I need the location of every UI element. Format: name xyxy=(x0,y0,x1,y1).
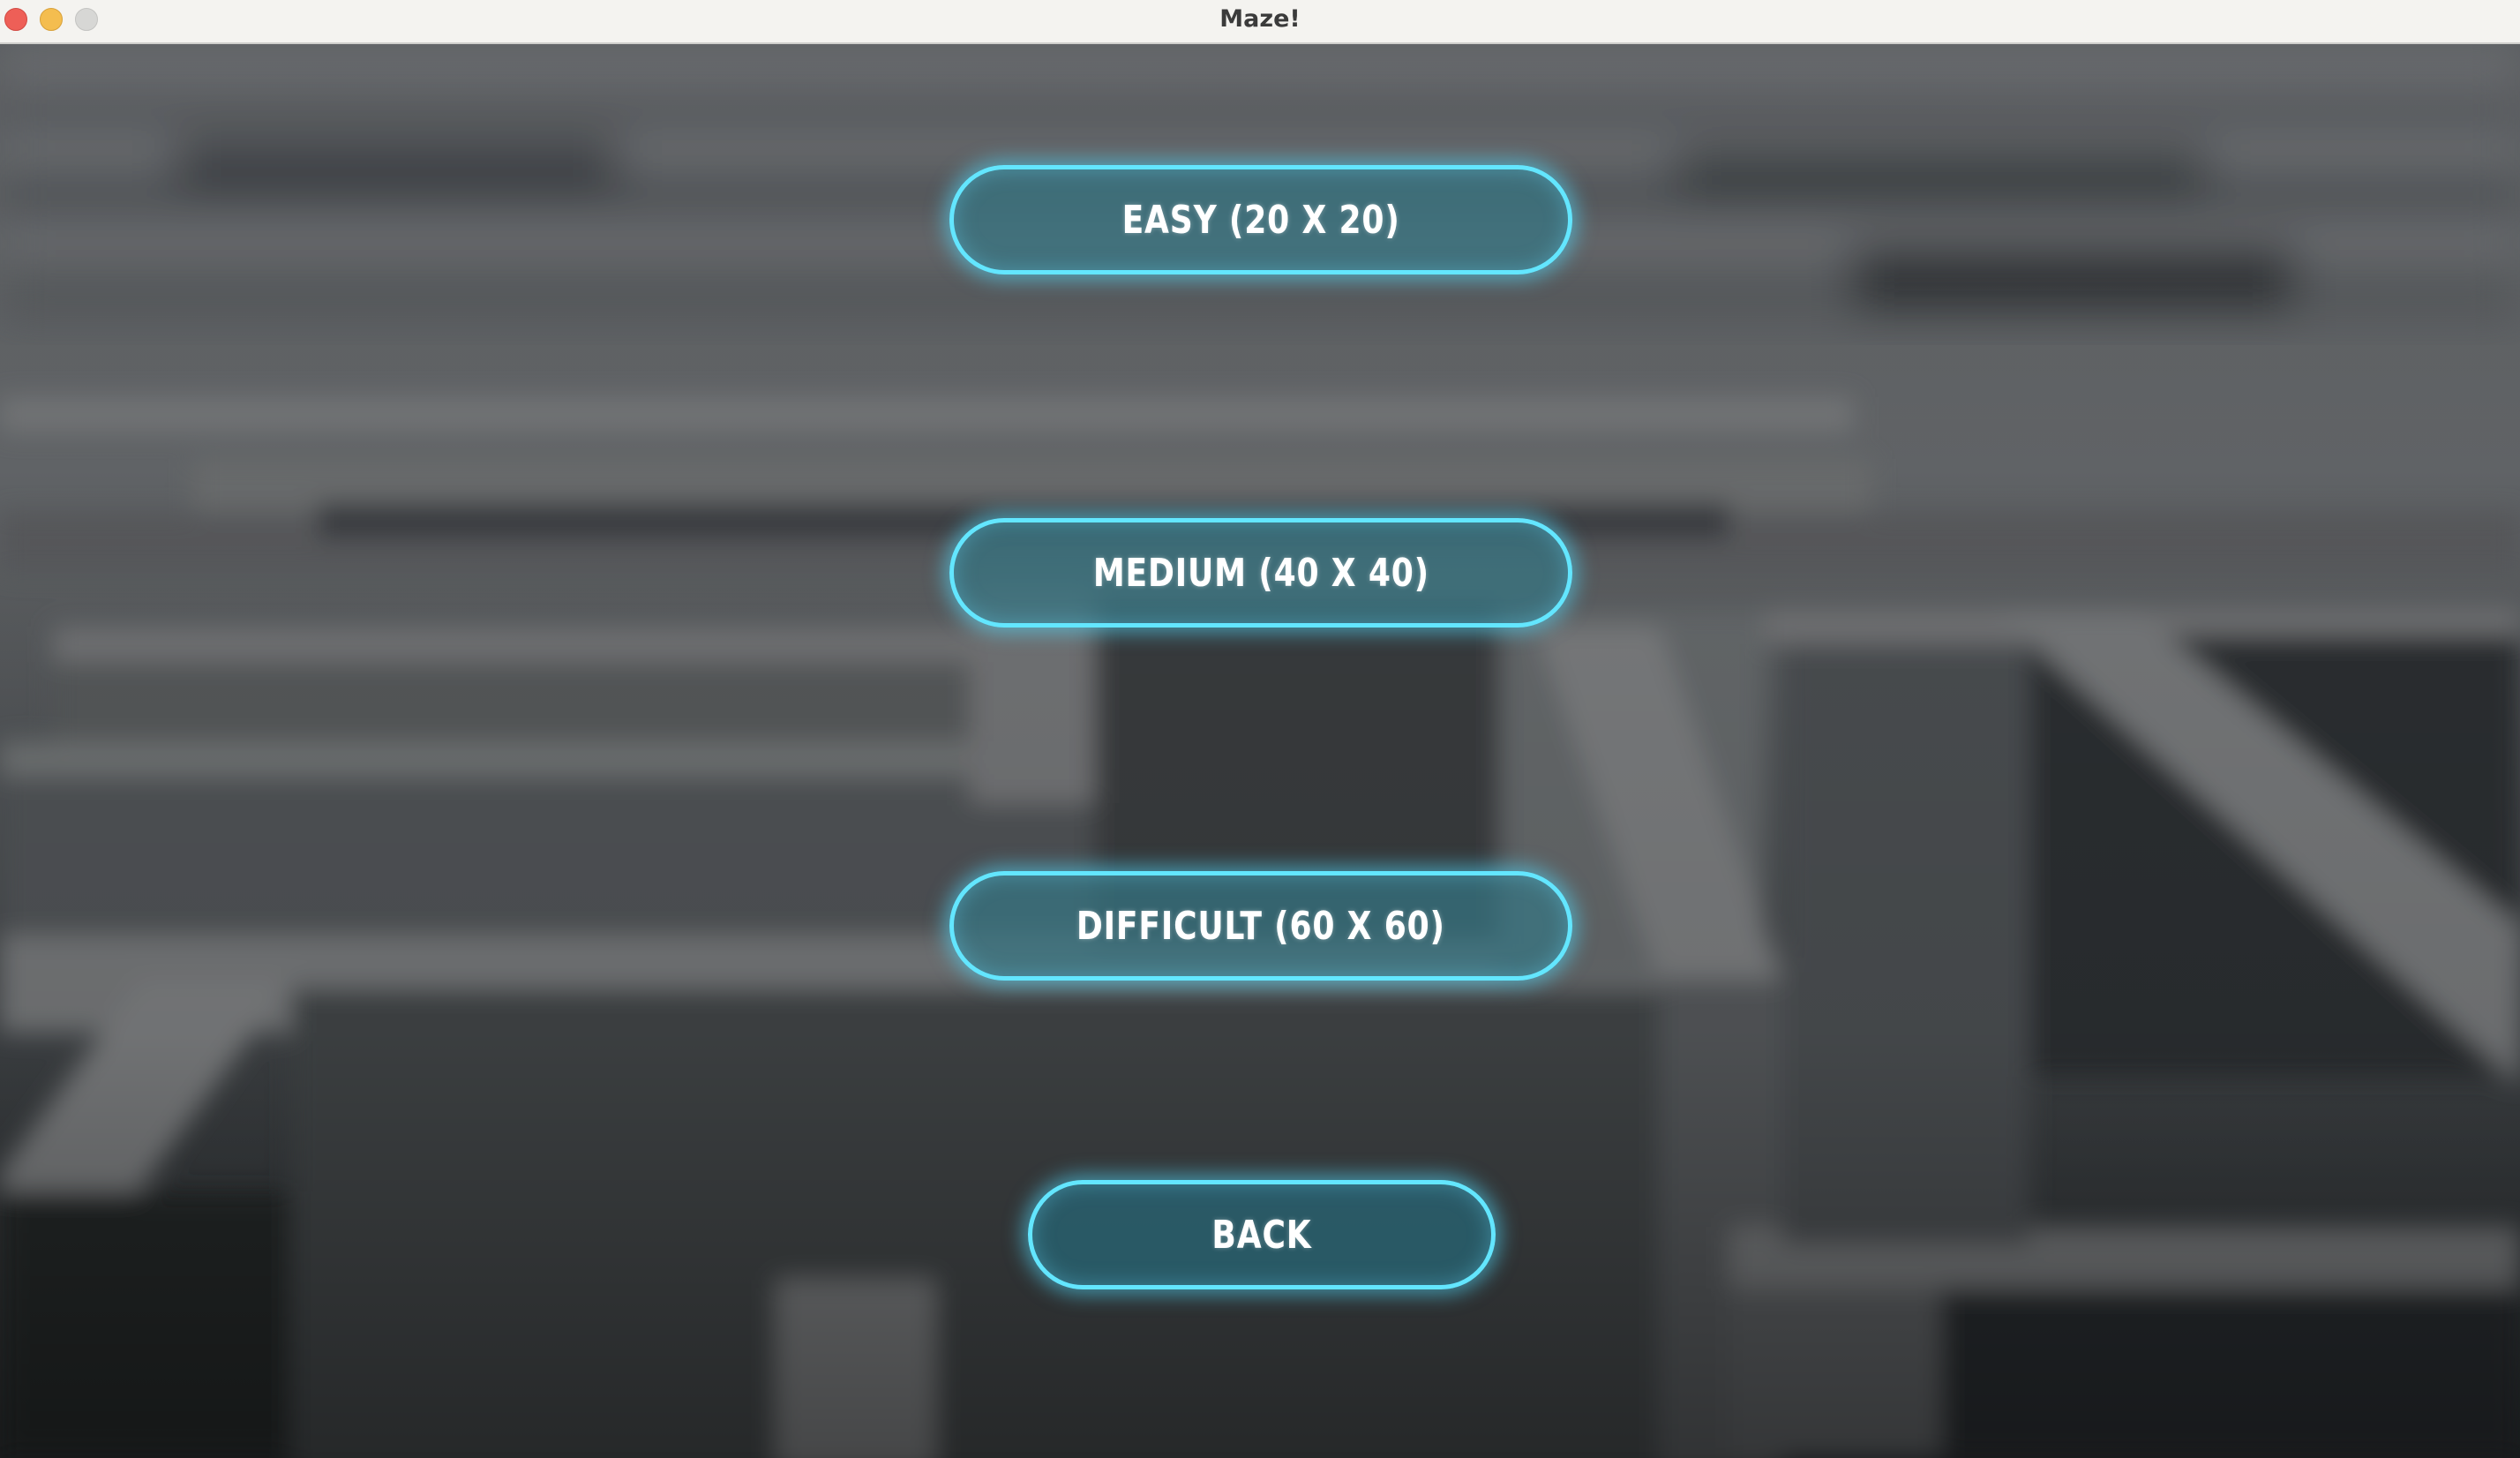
back-label: BACK xyxy=(1211,1212,1312,1258)
back-button[interactable]: BACK xyxy=(1028,1180,1496,1289)
easy-difficulty-button[interactable]: EASY (20 X 20) xyxy=(949,165,1572,274)
window-title: Maze! xyxy=(1219,5,1301,33)
title-bar: Maze! xyxy=(0,0,2520,44)
medium-difficulty-label: MEDIUM (40 X 40) xyxy=(1092,550,1429,596)
easy-difficulty-label: EASY (20 X 20) xyxy=(1121,197,1400,243)
medium-difficulty-button[interactable]: MEDIUM (40 X 40) xyxy=(949,518,1572,628)
difficult-difficulty-button[interactable]: DIFFICULT (60 X 60) xyxy=(949,871,1572,981)
difficult-difficulty-label: DIFFICULT (60 X 60) xyxy=(1076,903,1445,949)
game-window: Maze! EASY (20 X 20) MEDIUM (40 X 40) DI… xyxy=(0,0,2520,1458)
